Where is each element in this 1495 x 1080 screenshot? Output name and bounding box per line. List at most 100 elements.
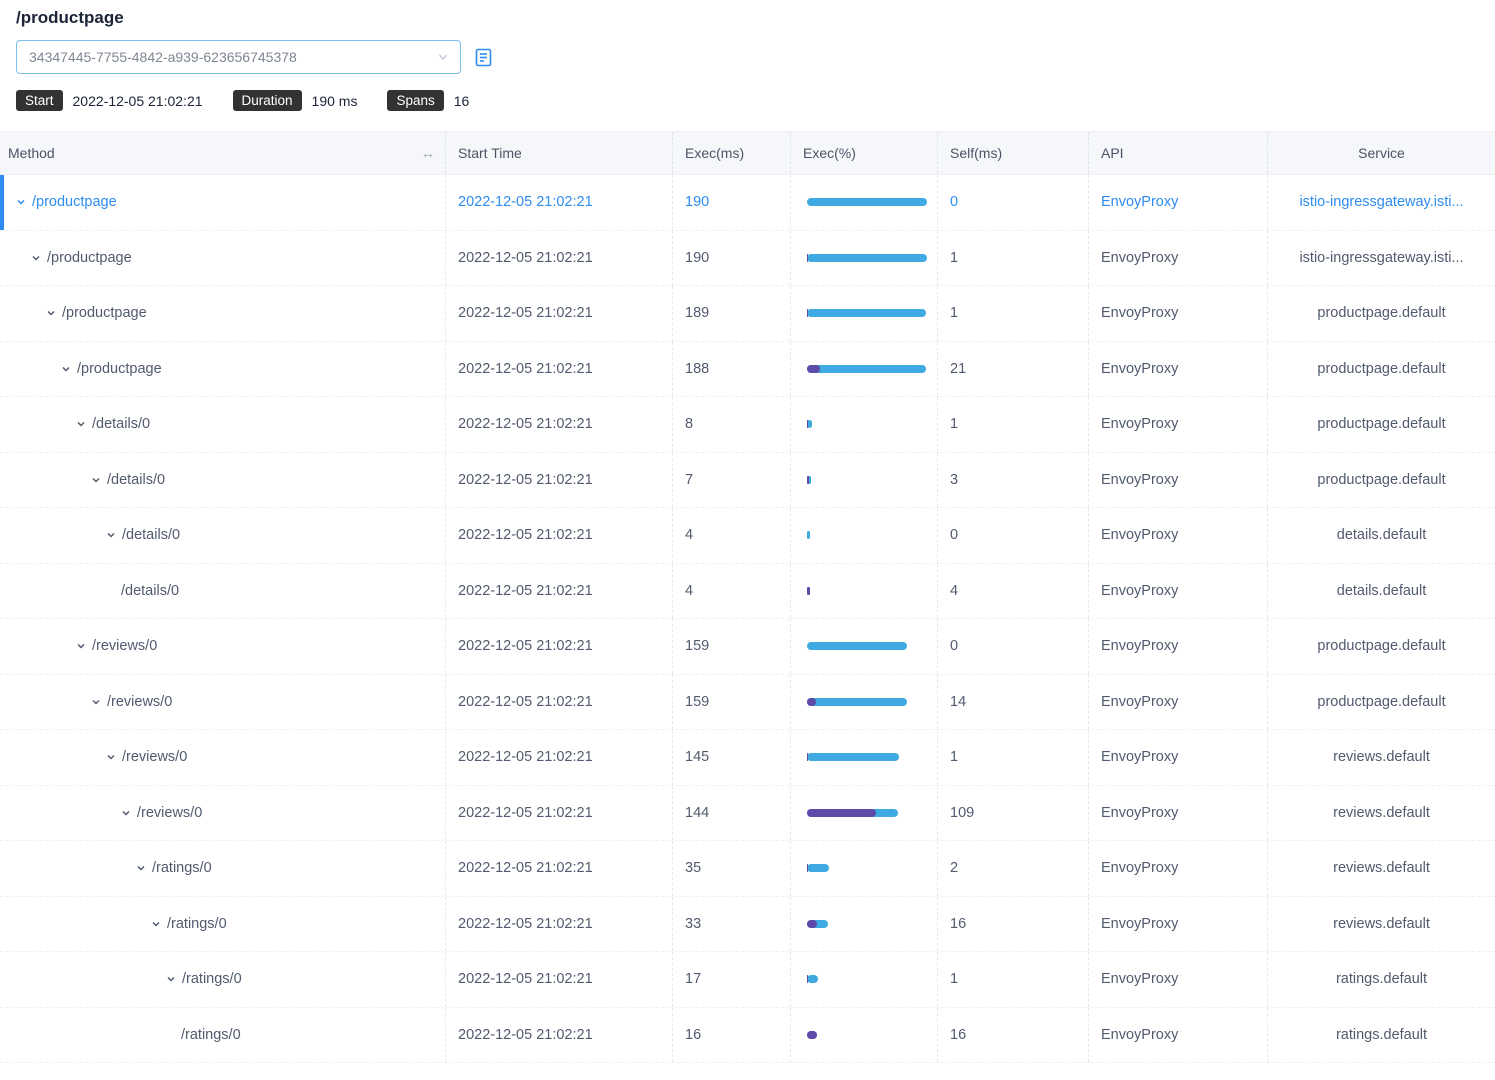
exec-bar (807, 420, 812, 428)
method-label[interactable]: /productpage (32, 194, 117, 210)
service-cell[interactable]: ratings.default (1267, 952, 1495, 1007)
exec-pct-bar-track (807, 698, 927, 706)
method-label[interactable]: /productpage (77, 361, 162, 377)
self-ms-cell: 1 (937, 397, 1088, 452)
row-chevron-icon[interactable] (136, 863, 146, 873)
service-cell[interactable]: reviews.default (1267, 786, 1495, 841)
row-chevron-icon[interactable] (46, 308, 56, 318)
start-time-cell: 2022-12-05 21:02:21 (445, 786, 672, 841)
table-row[interactable]: /reviews/0 2022-12-05 21:02:21 144 109 E… (0, 786, 1495, 842)
exec-pct-cell (790, 508, 937, 563)
self-bar (807, 309, 808, 317)
exec-pct-bar-track (807, 587, 927, 595)
table-row[interactable]: /ratings/0 2022-12-05 21:02:21 33 16 Env… (0, 897, 1495, 953)
service-cell[interactable]: productpage.default (1267, 675, 1495, 730)
self-ms-cell: 4 (937, 564, 1088, 619)
self-bar (807, 698, 816, 706)
exec-bar (807, 254, 927, 262)
table-row[interactable]: /reviews/0 2022-12-05 21:02:21 159 14 En… (0, 675, 1495, 731)
exec-ms-cell: 35 (672, 841, 790, 896)
service-cell[interactable]: productpage.default (1267, 342, 1495, 397)
table-row[interactable]: /productpage 2022-12-05 21:02:21 189 1 E… (0, 286, 1495, 342)
exec-ms-cell: 189 (672, 286, 790, 341)
exec-bar (807, 198, 927, 206)
service-cell[interactable]: productpage.default (1267, 397, 1495, 452)
table-row[interactable]: /details/0 2022-12-05 21:02:21 8 1 Envoy… (0, 397, 1495, 453)
service-cell[interactable]: istio-ingressgateway.isti... (1267, 231, 1495, 286)
row-chevron-icon[interactable] (106, 530, 116, 540)
row-chevron-icon[interactable] (16, 197, 26, 207)
service-cell[interactable]: details.default (1267, 564, 1495, 619)
exec-bar (807, 753, 899, 761)
method-label[interactable]: /ratings/0 (152, 860, 212, 876)
method-label[interactable]: /ratings/0 (167, 916, 227, 932)
row-chevron-icon[interactable] (166, 974, 176, 984)
self-ms-cell: 16 (937, 1008, 1088, 1063)
method-label[interactable]: /productpage (47, 250, 132, 266)
row-chevron-icon[interactable] (76, 419, 86, 429)
table-row[interactable]: /productpage 2022-12-05 21:02:21 188 21 … (0, 342, 1495, 398)
method-label[interactable]: /productpage (62, 305, 147, 321)
exec-pct-bar-track (807, 809, 927, 817)
service-cell[interactable]: productpage.default (1267, 453, 1495, 508)
method-label[interactable]: /ratings/0 (181, 1027, 241, 1043)
method-label[interactable]: /details/0 (107, 472, 165, 488)
api-cell: EnvoyProxy (1088, 564, 1267, 619)
exec-ms-cell: 190 (672, 231, 790, 286)
method-label[interactable]: /details/0 (122, 527, 180, 543)
method-label[interactable]: /reviews/0 (107, 694, 172, 710)
exec-pct-bar-track (807, 420, 927, 428)
table-row[interactable]: /details/0 2022-12-05 21:02:21 4 4 Envoy… (0, 564, 1495, 620)
service-cell[interactable]: istio-ingressgateway.isti... (1267, 175, 1495, 230)
table-row[interactable]: /ratings/0 2022-12-05 21:02:21 16 16 Env… (0, 1008, 1495, 1064)
api-cell: EnvoyProxy (1088, 619, 1267, 674)
duration-value: 190 ms (312, 93, 358, 109)
method-cell: /ratings/0 (0, 952, 445, 1007)
page-title: /productpage (16, 8, 1495, 28)
table-row[interactable]: /ratings/0 2022-12-05 21:02:21 35 2 Envo… (0, 841, 1495, 897)
start-value: 2022-12-05 21:02:21 (73, 93, 203, 109)
self-ms-cell: 1 (937, 730, 1088, 785)
method-cell: /details/0 (0, 508, 445, 563)
column-resize-icon[interactable]: ↔ (421, 145, 435, 161)
method-label[interactable]: /details/0 (92, 416, 150, 432)
method-label[interactable]: /ratings/0 (182, 971, 242, 987)
column-header-service: Service (1267, 132, 1495, 174)
exec-ms-cell: 33 (672, 897, 790, 952)
table-row[interactable]: /ratings/0 2022-12-05 21:02:21 17 1 Envo… (0, 952, 1495, 1008)
trace-detail-page: /productpage 34347445-7755-4842-a939-623… (0, 8, 1495, 1080)
table-row[interactable]: /details/0 2022-12-05 21:02:21 4 0 Envoy… (0, 508, 1495, 564)
service-cell[interactable]: productpage.default (1267, 286, 1495, 341)
row-chevron-icon[interactable] (121, 808, 131, 818)
exec-bar (807, 864, 829, 872)
row-chevron-icon[interactable] (61, 364, 71, 374)
method-label[interactable]: /reviews/0 (122, 749, 187, 765)
table-row[interactable]: /reviews/0 2022-12-05 21:02:21 145 1 Env… (0, 730, 1495, 786)
service-cell[interactable]: reviews.default (1267, 730, 1495, 785)
table-row[interactable]: /reviews/0 2022-12-05 21:02:21 159 0 Env… (0, 619, 1495, 675)
service-cell[interactable]: ratings.default (1267, 1008, 1495, 1063)
table-row[interactable]: /details/0 2022-12-05 21:02:21 7 3 Envoy… (0, 453, 1495, 509)
exec-ms-cell: 4 (672, 564, 790, 619)
method-label[interactable]: /reviews/0 (137, 805, 202, 821)
method-cell: /ratings/0 (0, 1008, 445, 1063)
method-label[interactable]: /details/0 (121, 583, 179, 599)
table-row[interactable]: /productpage 2022-12-05 21:02:21 190 1 E… (0, 231, 1495, 287)
method-label[interactable]: /reviews/0 (92, 638, 157, 654)
service-cell[interactable]: details.default (1267, 508, 1495, 563)
row-chevron-icon[interactable] (91, 697, 101, 707)
row-chevron-icon[interactable] (106, 752, 116, 762)
service-cell[interactable]: reviews.default (1267, 897, 1495, 952)
column-header-method-label: Method (8, 145, 55, 161)
service-cell[interactable]: productpage.default (1267, 619, 1495, 674)
method-cell: /productpage (0, 175, 445, 230)
service-cell[interactable]: reviews.default (1267, 841, 1495, 896)
trace-id-select[interactable]: 34347445-7755-4842-a939-623656745378 (16, 40, 461, 74)
trace-list-icon[interactable] (473, 47, 494, 68)
row-chevron-icon[interactable] (151, 919, 161, 929)
table-row[interactable]: /productpage 2022-12-05 21:02:21 190 0 E… (0, 175, 1495, 231)
row-chevron-icon[interactable] (76, 641, 86, 651)
row-chevron-icon[interactable] (91, 475, 101, 485)
row-chevron-icon[interactable] (31, 253, 41, 263)
trace-select-row: 34347445-7755-4842-a939-623656745378 (16, 40, 1479, 74)
